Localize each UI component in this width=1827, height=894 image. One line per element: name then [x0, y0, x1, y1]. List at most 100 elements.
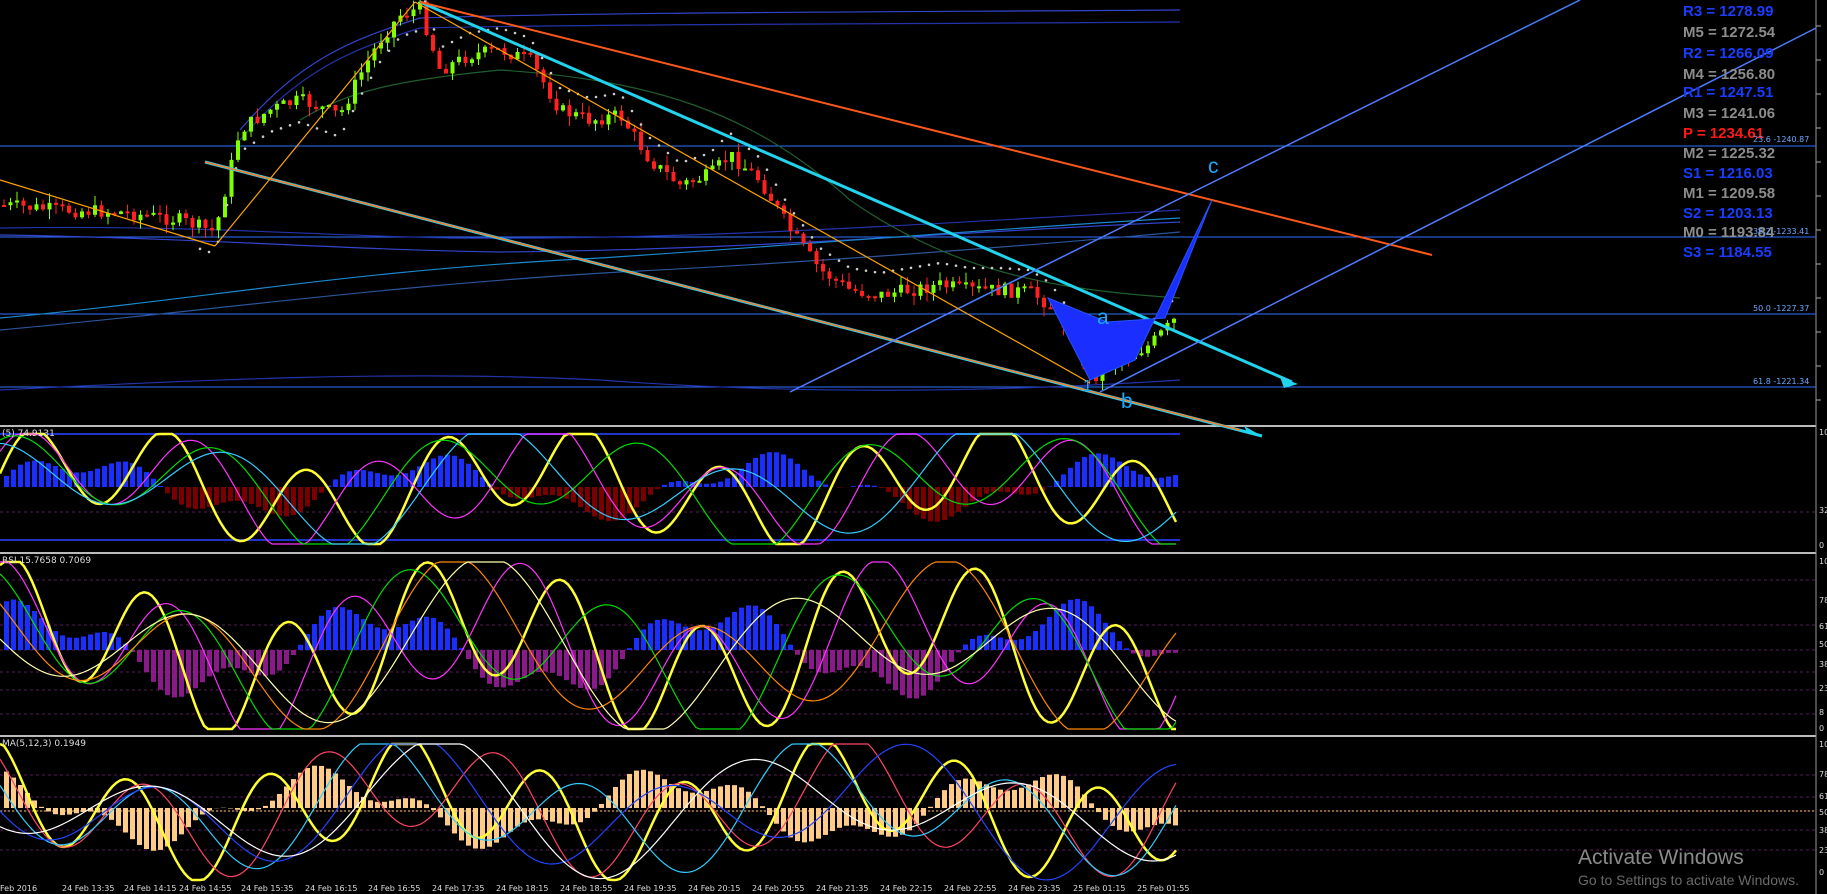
candle-body	[853, 288, 858, 291]
candle-body	[860, 290, 864, 296]
sar-dot	[828, 253, 832, 256]
time-axis-label: 24 Feb 13:35	[62, 884, 115, 893]
sar-dot	[477, 30, 481, 33]
sar-dot	[522, 34, 526, 38]
candle-body	[223, 196, 227, 218]
histogram-bar	[340, 474, 345, 487]
histogram-bar	[1166, 650, 1171, 653]
histogram-bar	[1138, 808, 1143, 830]
candle-body	[788, 213, 793, 232]
histogram-bar	[704, 629, 709, 650]
sar-dot	[225, 203, 229, 207]
candle-body	[320, 106, 325, 110]
sar-dot	[261, 135, 265, 138]
histogram-bar	[536, 487, 541, 497]
candle-body	[151, 212, 156, 215]
histogram-bar	[774, 452, 779, 487]
sar-dot	[792, 212, 796, 215]
fib-label-23-6: 23.6 -1240.87	[1753, 135, 1810, 144]
candle-body	[749, 168, 754, 171]
orange-resistance-line	[419, 1, 1433, 256]
sar-dot	[963, 265, 967, 269]
candle-body	[769, 193, 773, 201]
histogram-bar	[494, 650, 499, 688]
histogram-bar	[305, 487, 310, 507]
sar-dot	[999, 266, 1003, 270]
candle-body	[314, 106, 318, 110]
time-axis-label: 24 Feb 15:35	[241, 884, 294, 893]
histogram-bar	[459, 458, 464, 487]
histogram-bar	[515, 808, 520, 827]
histogram-bar	[788, 458, 793, 487]
trend-lines[interactable]	[0, 0, 1817, 438]
candle-body	[912, 293, 916, 296]
activate-windows-watermark: Activate Windows	[1578, 846, 1744, 869]
histogram-bar	[1138, 474, 1143, 487]
sar-dot	[648, 136, 652, 140]
histogram-bar	[389, 800, 394, 808]
histogram-bar	[795, 463, 800, 487]
histogram-bar	[1082, 601, 1087, 650]
wave-label-c: c	[1208, 155, 1219, 178]
histogram-bar	[123, 808, 128, 833]
candle-body	[385, 37, 390, 43]
histogram-bar	[480, 808, 485, 849]
histogram-bar	[333, 479, 338, 487]
histogram-bar	[158, 650, 163, 690]
candle-body	[970, 282, 975, 287]
histogram-bar	[1061, 474, 1066, 487]
histogram-bar	[95, 632, 100, 650]
histogram-bar	[627, 773, 632, 808]
wave-label-1: 1	[1083, 378, 1092, 395]
histogram-bar	[928, 806, 933, 808]
histogram-bar	[214, 650, 219, 672]
fib-label-61-8: 61.8 -1221.34	[1753, 377, 1810, 386]
histogram-bar	[837, 650, 842, 670]
sar-dot	[315, 127, 319, 130]
candle-body	[255, 116, 260, 123]
histogram-bar	[270, 650, 275, 675]
histogram-bar	[557, 650, 562, 676]
histogram-bar	[935, 797, 940, 808]
histogram-bar	[347, 609, 352, 650]
histogram-bar	[662, 484, 667, 487]
histogram-bar	[928, 650, 933, 690]
sar-dot	[207, 250, 211, 254]
histogram-bar	[67, 637, 72, 650]
histogram-bar	[837, 487, 842, 488]
histogram-bar	[1145, 650, 1150, 657]
candle-body	[821, 264, 825, 272]
candle-body	[405, 15, 409, 18]
sar-dot	[387, 49, 391, 53]
candle-body	[730, 152, 734, 162]
sar-dot	[441, 45, 445, 48]
histogram-bar	[242, 487, 247, 502]
histogram-bar	[949, 784, 954, 808]
candle-body	[840, 280, 845, 283]
pivot-m4: M4 = 1256.80	[1683, 66, 1776, 83]
histogram-bar	[641, 769, 646, 808]
candle-body	[164, 214, 169, 225]
candle-body	[1172, 318, 1176, 323]
candle-body	[964, 282, 968, 285]
sar-dot	[846, 265, 850, 268]
histogram-bar	[305, 768, 310, 808]
histogram-bar	[1068, 780, 1073, 808]
histogram-bar	[1096, 808, 1101, 813]
sar-dot	[414, 30, 418, 33]
histogram-bar	[74, 808, 79, 814]
sar-dot	[288, 124, 292, 127]
candle-body	[333, 105, 338, 111]
candle-body	[2, 205, 6, 207]
histogram-bar	[88, 470, 93, 487]
candle-body	[145, 214, 149, 217]
candle-body	[158, 212, 162, 215]
histogram-bar	[837, 808, 842, 828]
histogram-bar	[613, 650, 618, 670]
histogram-bar	[277, 793, 282, 808]
chart-canvas[interactable]	[0, 0, 1827, 894]
candle-body	[548, 82, 552, 99]
histogram-bar	[18, 464, 23, 487]
candle-body	[899, 284, 903, 293]
candle-body	[54, 202, 58, 205]
